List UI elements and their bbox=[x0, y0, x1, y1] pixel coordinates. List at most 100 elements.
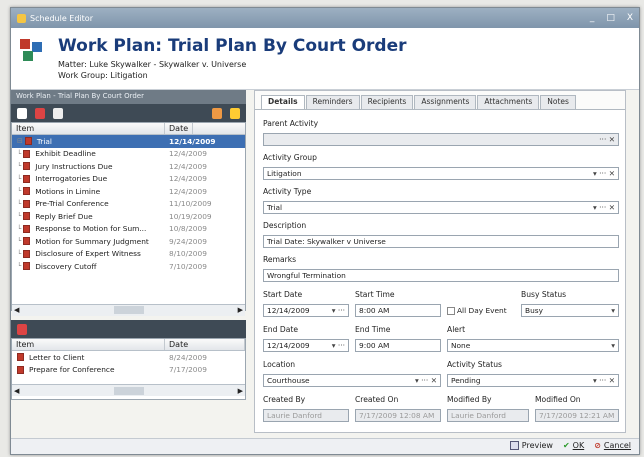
start-time-label: Start Time bbox=[355, 290, 395, 299]
list-item[interactable]: Prepare for Conference 7/17/2009 bbox=[12, 364, 245, 377]
table-row[interactable]: └ Exhibit Deadline 12/4/2009 bbox=[12, 148, 245, 161]
start-date-field[interactable]: 12/14/2009 ▾ ··· bbox=[263, 304, 349, 317]
table-row[interactable]: └ Disclosure of Expert Witness 8/10/2009 bbox=[12, 248, 245, 261]
workplan-icon bbox=[20, 39, 42, 61]
activity-type-field[interactable]: Trial ▾ ··· ✕ bbox=[263, 201, 619, 214]
end-date-field[interactable]: 12/14/2009 ▾ ··· bbox=[263, 339, 349, 352]
col-item[interactable]: Item bbox=[12, 123, 165, 134]
list-item[interactable]: Letter to Client 8/24/2009 bbox=[12, 351, 245, 364]
document-icon bbox=[23, 199, 31, 208]
created-on-field: 7/17/2009 12:08 AM bbox=[355, 409, 441, 422]
table-row[interactable]: └ Response to Motion for Sum... 10/8/2009 bbox=[12, 223, 245, 236]
alert-field[interactable]: None ▾ bbox=[447, 339, 619, 352]
preview-button[interactable]: Preview bbox=[509, 441, 553, 450]
tab-strip: Details Reminders Recipients Assignments Att… bbox=[255, 91, 625, 109]
bottom-grid: Item Date Letter to Client 8/24/2009 Prepar… bbox=[11, 338, 246, 400]
activity-type-label: Activity Type bbox=[263, 187, 312, 196]
parent-activity-label: Parent Activity bbox=[263, 119, 319, 128]
tab-notes[interactable]: Notes bbox=[540, 95, 576, 109]
window-title: Schedule Editor bbox=[30, 13, 93, 23]
end-time-label: End Time bbox=[355, 325, 391, 334]
modified-on-field: 7/17/2009 12:21 AM bbox=[535, 409, 619, 422]
document-icon bbox=[23, 174, 31, 183]
table-row[interactable]: └ Interrogatories Due 12/4/2009 bbox=[12, 173, 245, 186]
bottom-h-scrollbar[interactable]: ◀ ▶ bbox=[12, 384, 245, 396]
document-icon bbox=[17, 365, 24, 374]
cancel-button[interactable]: ⊘ Cancel bbox=[594, 441, 631, 450]
edit-icon[interactable] bbox=[35, 107, 45, 119]
h-scrollbar[interactable]: ◀ ▶ bbox=[12, 303, 245, 316]
remarks-field[interactable]: Wrongful Termination bbox=[263, 269, 619, 282]
description-label: Description bbox=[263, 221, 307, 230]
table-row[interactable]: └ Discovery Cutoff 7/10/2009 bbox=[12, 260, 245, 273]
tab-assignments[interactable]: Assignments bbox=[414, 95, 477, 109]
tab-attachments[interactable]: Attachments bbox=[477, 95, 540, 109]
modified-by-field: Laurie Danford bbox=[447, 409, 529, 422]
end-time-field[interactable]: 9:00 AM bbox=[355, 339, 441, 352]
tab-details[interactable]: Details bbox=[261, 95, 305, 109]
footer-bar: Preview ✔ OK ⊘ Cancel bbox=[11, 438, 639, 454]
document-icon bbox=[23, 224, 31, 233]
bottom-col-date[interactable]: Date bbox=[165, 339, 245, 350]
table-row[interactable]: └ Jury Instructions Due 12/4/2009 bbox=[12, 160, 245, 173]
document-icon bbox=[23, 187, 31, 196]
all-day-checkbox[interactable]: All Day Event bbox=[447, 306, 507, 315]
tab-reminders[interactable]: Reminders bbox=[305, 95, 360, 109]
matter-label: Matter: Luke Skywalker - Skywalker v. Un… bbox=[58, 60, 247, 69]
activity-status-field[interactable]: Pending ▾ ··· ✕ bbox=[447, 374, 619, 387]
document-icon bbox=[23, 249, 31, 258]
header: Work Plan: Trial Plan By Court Order Mat… bbox=[11, 28, 639, 90]
alert-label: Alert bbox=[447, 325, 466, 334]
table-row[interactable]: └ Motions in Limine 12/4/2009 bbox=[12, 185, 245, 198]
table-row[interactable]: └ Motion for Summary Judgment 9/24/2009 bbox=[12, 235, 245, 248]
created-on-label: Created On bbox=[355, 395, 399, 404]
activity-status-label: Activity Status bbox=[447, 360, 503, 369]
document-icon bbox=[17, 353, 24, 362]
document-icon bbox=[23, 237, 31, 246]
table-row[interactable]: ⊟ Trial 12/14/2009 bbox=[12, 135, 245, 148]
preview-icon bbox=[509, 441, 519, 450]
cancel-icon: ⊘ bbox=[594, 441, 601, 450]
document-icon bbox=[23, 149, 31, 158]
left-toolbar bbox=[11, 104, 246, 122]
created-by-label: Created By bbox=[263, 395, 306, 404]
activity-group-field[interactable]: Litigation ▾ ··· ✕ bbox=[263, 167, 619, 180]
description-field[interactable]: Trial Date: Skywalker v Universe bbox=[263, 235, 619, 248]
document-icon bbox=[23, 162, 31, 171]
close-button[interactable]: X bbox=[627, 13, 633, 23]
busy-status-field[interactable]: Busy ▾ bbox=[521, 304, 619, 317]
document-icon bbox=[23, 212, 31, 221]
bottom-col-item[interactable]: Item bbox=[12, 339, 165, 350]
activity-grid: Item Date ⊟ Trial 12/14/2009 └ Exhibit Deadli… bbox=[11, 122, 246, 316]
panel-title: Work Plan - Trial Plan By Court Order bbox=[11, 90, 246, 104]
modified-on-label: Modified On bbox=[535, 395, 581, 404]
tab-recipients[interactable]: Recipients bbox=[360, 95, 414, 109]
table-row[interactable]: └ Reply Brief Due 10/19/2009 bbox=[12, 210, 245, 223]
location-field[interactable]: Courthouse ▾ ··· ✕ bbox=[263, 374, 441, 387]
busy-status-label: Busy Status bbox=[521, 290, 567, 299]
print-icon[interactable] bbox=[230, 107, 240, 119]
start-time-field[interactable]: 8:00 AM bbox=[355, 304, 441, 317]
page-title: Work Plan: Trial Plan By Court Order bbox=[58, 36, 407, 56]
start-date-label: Start Date bbox=[263, 290, 303, 299]
delete-icon[interactable] bbox=[53, 107, 63, 119]
check-icon: ✔ bbox=[562, 441, 570, 450]
end-date-label: End Date bbox=[263, 325, 298, 334]
location-label: Location bbox=[263, 360, 296, 369]
document-icon bbox=[24, 137, 32, 146]
schedule-editor-window: Schedule Editor _ □ X Work Plan: Trial P… bbox=[10, 7, 640, 455]
new-icon[interactable] bbox=[17, 107, 27, 119]
maximize-button[interactable]: □ bbox=[606, 13, 615, 23]
details-pane: Details Reminders Recipients Assignments Att… bbox=[254, 90, 626, 433]
ok-button[interactable]: ✔ OK bbox=[563, 441, 584, 450]
export-icon[interactable] bbox=[212, 107, 222, 119]
title-bar: Schedule Editor _ □ X bbox=[11, 8, 639, 28]
activity-group-label: Activity Group bbox=[263, 153, 317, 162]
parent-activity-field[interactable]: ··· ✕ bbox=[263, 133, 619, 146]
bottom-toolbar bbox=[11, 320, 246, 338]
table-row[interactable]: └ Pre-Trial Conference 11/10/2009 bbox=[12, 198, 245, 211]
document-icon[interactable] bbox=[17, 323, 27, 335]
col-date[interactable]: Date bbox=[165, 123, 194, 134]
minimize-button[interactable]: _ bbox=[590, 13, 595, 23]
app-icon bbox=[17, 13, 26, 23]
